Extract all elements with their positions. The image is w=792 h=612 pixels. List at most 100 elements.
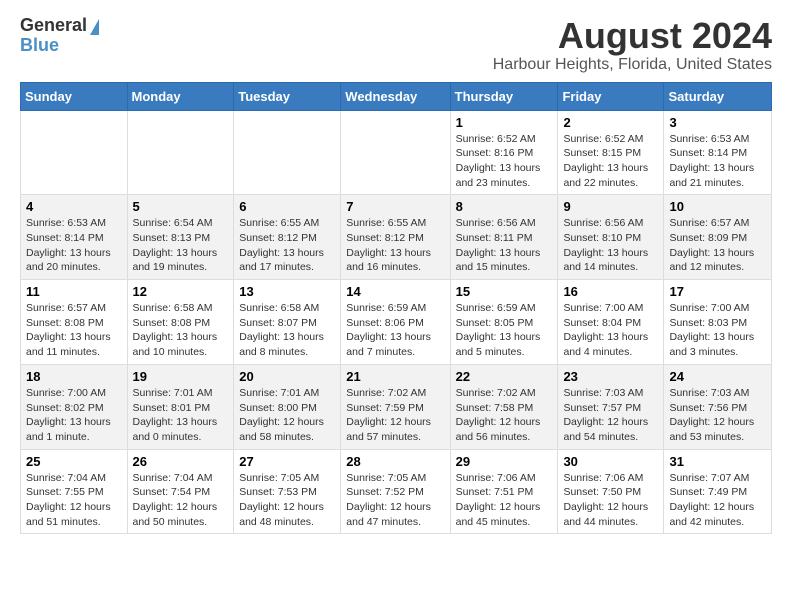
day-info: Sunrise: 7:00 AM Sunset: 8:04 PM Dayligh… [563, 302, 648, 358]
day-number: 3 [669, 115, 766, 130]
day-info: Sunrise: 7:06 AM Sunset: 7:50 PM Dayligh… [563, 472, 648, 528]
logo-triangle-icon [90, 19, 99, 35]
weekday-header-saturday: Saturday [664, 82, 772, 110]
day-info: Sunrise: 6:57 AM Sunset: 8:08 PM Dayligh… [26, 302, 111, 358]
calendar-cell: 14 Sunrise: 6:59 AM Sunset: 8:06 PM Dayli… [341, 280, 450, 365]
calendar-cell: 12Sunrise: 6:58 AM Sunset: 8:08 PM Dayli… [127, 280, 234, 365]
day-number: 6 [239, 199, 335, 214]
calendar-cell: 10Sunrise: 6:57 AM Sunset: 8:09 PM Dayli… [664, 195, 772, 280]
calendar-cell: 29 Sunrise: 7:06 AM Sunset: 7:51 PM Dayli… [450, 449, 558, 534]
day-info: Sunrise: 6:56 AM Sunset: 8:11 PM Dayligh… [456, 217, 541, 273]
day-info: Sunrise: 6:52 AM Sunset: 8:15 PM Dayligh… [563, 133, 648, 189]
title-area: August 2024 Harbour Heights, Florida, Un… [493, 16, 772, 74]
day-number: 4 [26, 199, 122, 214]
day-number: 8 [456, 199, 553, 214]
day-number: 13 [239, 284, 335, 299]
day-number: 23 [563, 369, 658, 384]
day-number: 15 [456, 284, 553, 299]
day-info: Sunrise: 6:53 AM Sunset: 8:14 PM Dayligh… [669, 133, 754, 189]
day-info: Sunrise: 7:06 AM Sunset: 7:51 PM Dayligh… [456, 472, 541, 528]
day-number: 30 [563, 454, 658, 469]
day-info: Sunrise: 7:01 AM Sunset: 8:00 PM Dayligh… [239, 387, 324, 443]
day-number: 5 [133, 199, 229, 214]
day-info: Sunrise: 7:00 AM Sunset: 8:03 PM Dayligh… [669, 302, 754, 358]
calendar-cell: 21 Sunrise: 7:02 AM Sunset: 7:59 PM Dayli… [341, 364, 450, 449]
day-info: Sunrise: 7:03 AM Sunset: 7:57 PM Dayligh… [563, 387, 648, 443]
calendar-cell: 13 Sunrise: 6:58 AM Sunset: 8:07 PM Dayli… [234, 280, 341, 365]
day-info: Sunrise: 6:59 AM Sunset: 8:06 PM Dayligh… [346, 302, 431, 358]
weekday-header-tuesday: Tuesday [234, 82, 341, 110]
day-number: 14 [346, 284, 444, 299]
day-number: 7 [346, 199, 444, 214]
weekday-header-sunday: Sunday [21, 82, 128, 110]
day-number: 16 [563, 284, 658, 299]
day-info: Sunrise: 6:54 AM Sunset: 8:13 PM Dayligh… [133, 217, 218, 273]
logo: General Blue [20, 16, 99, 56]
weekday-header-thursday: Thursday [450, 82, 558, 110]
day-number: 20 [239, 369, 335, 384]
day-number: 10 [669, 199, 766, 214]
day-info: Sunrise: 6:55 AM Sunset: 8:12 PM Dayligh… [239, 217, 324, 273]
location-subtitle: Harbour Heights, Florida, United States [493, 56, 772, 74]
day-number: 22 [456, 369, 553, 384]
calendar-cell: 4Sunrise: 6:53 AM Sunset: 8:14 PM Daylig… [21, 195, 128, 280]
day-info: Sunrise: 7:02 AM Sunset: 7:59 PM Dayligh… [346, 387, 431, 443]
calendar-header: SundayMondayTuesdayWednesdayThursdayFrid… [21, 82, 772, 110]
calendar-cell: 1Sunrise: 6:52 AM Sunset: 8:16 PM Daylig… [450, 110, 558, 195]
calendar-cell [234, 110, 341, 195]
day-number: 24 [669, 369, 766, 384]
calendar-week-row: 1Sunrise: 6:52 AM Sunset: 8:16 PM Daylig… [21, 110, 772, 195]
weekday-header-row: SundayMondayTuesdayWednesdayThursdayFrid… [21, 82, 772, 110]
day-number: 25 [26, 454, 122, 469]
day-info: Sunrise: 7:00 AM Sunset: 8:02 PM Dayligh… [26, 387, 111, 443]
calendar-cell: 28Sunrise: 7:05 AM Sunset: 7:52 PM Dayli… [341, 449, 450, 534]
day-number: 27 [239, 454, 335, 469]
month-year-title: August 2024 [493, 16, 772, 56]
day-info: Sunrise: 6:58 AM Sunset: 8:07 PM Dayligh… [239, 302, 324, 358]
calendar-cell: 16 Sunrise: 7:00 AM Sunset: 8:04 PM Dayli… [558, 280, 664, 365]
logo-blue-text: Blue [20, 36, 59, 56]
day-info: Sunrise: 7:04 AM Sunset: 7:54 PM Dayligh… [133, 472, 218, 528]
calendar-cell: 18Sunrise: 7:00 AM Sunset: 8:02 PM Dayli… [21, 364, 128, 449]
calendar-cell: 2 Sunrise: 6:52 AM Sunset: 8:15 PM Daylig… [558, 110, 664, 195]
calendar-cell: 15Sunrise: 6:59 AM Sunset: 8:05 PM Dayli… [450, 280, 558, 365]
calendar-cell: 20 Sunrise: 7:01 AM Sunset: 8:00 PM Dayli… [234, 364, 341, 449]
calendar-cell: 22Sunrise: 7:02 AM Sunset: 7:58 PM Dayli… [450, 364, 558, 449]
day-number: 28 [346, 454, 444, 469]
day-number: 21 [346, 369, 444, 384]
calendar-cell [341, 110, 450, 195]
weekday-header-monday: Monday [127, 82, 234, 110]
day-info: Sunrise: 6:56 AM Sunset: 8:10 PM Dayligh… [563, 217, 648, 273]
calendar-cell: 31Sunrise: 7:07 AM Sunset: 7:49 PM Dayli… [664, 449, 772, 534]
day-info: Sunrise: 7:04 AM Sunset: 7:55 PM Dayligh… [26, 472, 111, 528]
day-info: Sunrise: 6:55 AM Sunset: 8:12 PM Dayligh… [346, 217, 431, 273]
weekday-header-friday: Friday [558, 82, 664, 110]
calendar-cell: 8 Sunrise: 6:56 AM Sunset: 8:11 PM Daylig… [450, 195, 558, 280]
calendar-week-row: 25 Sunrise: 7:04 AM Sunset: 7:55 PM Dayli… [21, 449, 772, 534]
day-info: Sunrise: 7:03 AM Sunset: 7:56 PM Dayligh… [669, 387, 754, 443]
calendar-week-row: 18Sunrise: 7:00 AM Sunset: 8:02 PM Dayli… [21, 364, 772, 449]
calendar-cell: 26Sunrise: 7:04 AM Sunset: 7:54 PM Dayli… [127, 449, 234, 534]
calendar-week-row: 11 Sunrise: 6:57 AM Sunset: 8:08 PM Dayli… [21, 280, 772, 365]
weekday-header-wednesday: Wednesday [341, 82, 450, 110]
day-number: 11 [26, 284, 122, 299]
calendar-cell: 24 Sunrise: 7:03 AM Sunset: 7:56 PM Dayli… [664, 364, 772, 449]
day-number: 12 [133, 284, 229, 299]
calendar-table: SundayMondayTuesdayWednesdayThursdayFrid… [20, 82, 772, 535]
day-number: 2 [563, 115, 658, 130]
day-number: 29 [456, 454, 553, 469]
calendar-cell [21, 110, 128, 195]
calendar-cell: 19Sunrise: 7:01 AM Sunset: 8:01 PM Dayli… [127, 364, 234, 449]
calendar-cell: 23 Sunrise: 7:03 AM Sunset: 7:57 PM Dayli… [558, 364, 664, 449]
day-info: Sunrise: 7:07 AM Sunset: 7:49 PM Dayligh… [669, 472, 754, 528]
day-info: Sunrise: 7:05 AM Sunset: 7:53 PM Dayligh… [239, 472, 324, 528]
calendar-cell: 6 Sunrise: 6:55 AM Sunset: 8:12 PM Daylig… [234, 195, 341, 280]
calendar-cell [127, 110, 234, 195]
calendar-cell: 30 Sunrise: 7:06 AM Sunset: 7:50 PM Dayli… [558, 449, 664, 534]
calendar-cell: 11 Sunrise: 6:57 AM Sunset: 8:08 PM Dayli… [21, 280, 128, 365]
calendar-cell: 5 Sunrise: 6:54 AM Sunset: 8:13 PM Daylig… [127, 195, 234, 280]
calendar-body: 1Sunrise: 6:52 AM Sunset: 8:16 PM Daylig… [21, 110, 772, 534]
header: General Blue August 2024 Harbour Heights… [20, 16, 772, 74]
day-number: 19 [133, 369, 229, 384]
calendar-cell: 17Sunrise: 7:00 AM Sunset: 8:03 PM Dayli… [664, 280, 772, 365]
